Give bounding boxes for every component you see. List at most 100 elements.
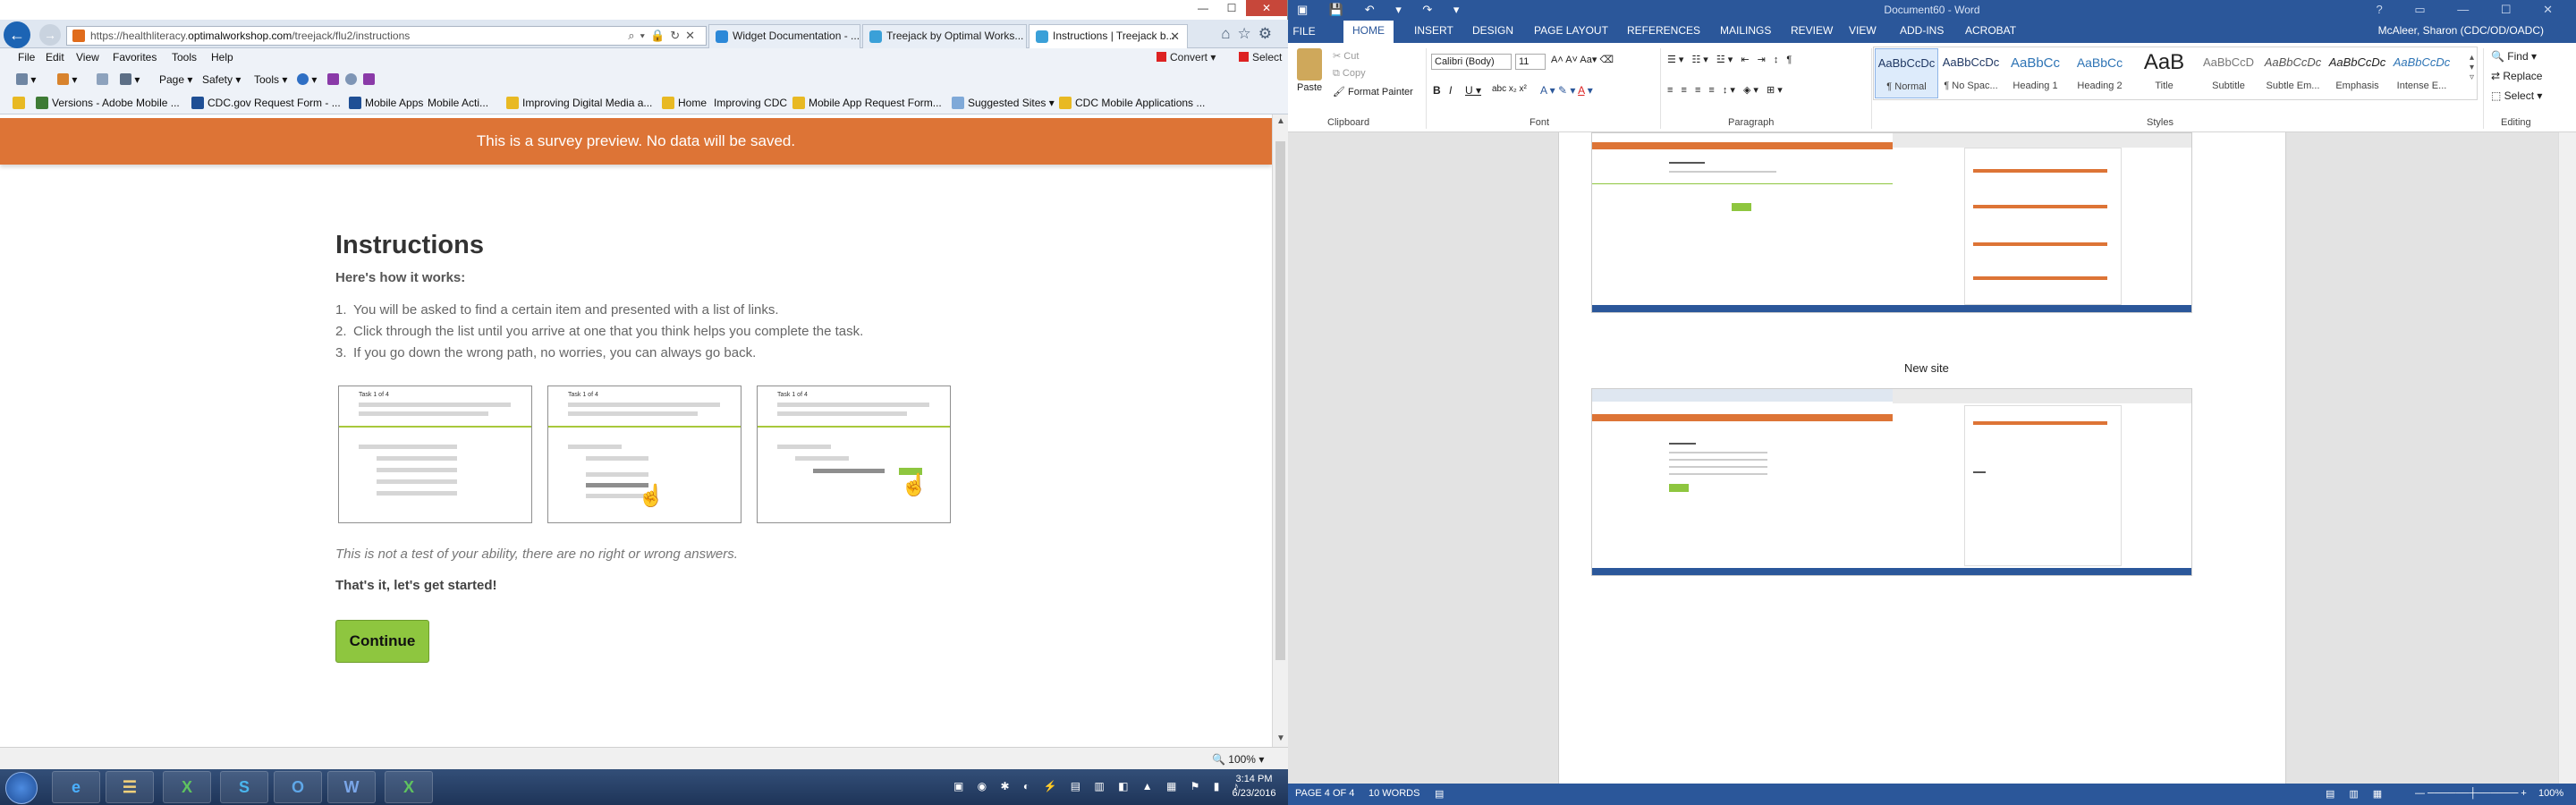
help-icon[interactable]: ▾ xyxy=(297,73,317,86)
page-count[interactable]: PAGE 4 OF 4 xyxy=(1295,788,1354,799)
fav-item[interactable]: CDC Mobile Applications ... xyxy=(1059,97,1205,109)
convert-button[interactable]: Convert ▾ xyxy=(1157,51,1216,64)
style-intense-emphasis[interactable]: AaBbCcDc Intense E... xyxy=(2390,48,2453,98)
tab-widget-documentation[interactable]: Widget Documentation - ... xyxy=(708,24,860,48)
style-normal[interactable]: AaBbCcDc ¶ Normal xyxy=(1875,48,1938,98)
safety-menu[interactable]: Safety ▾ xyxy=(202,73,241,86)
addon-icon-2[interactable] xyxy=(345,73,357,86)
menu-edit[interactable]: Edit xyxy=(46,51,64,64)
taskbar-excel2-icon[interactable]: X xyxy=(385,771,433,803)
fav-item[interactable]: Versions - Adobe Mobile ... xyxy=(36,97,180,109)
minimize-button[interactable]: — xyxy=(1189,0,1217,16)
taskbar-ie-icon[interactable]: e xyxy=(52,771,100,803)
view-mode-icons[interactable]: ▤▥▦ xyxy=(2326,788,2396,800)
tab-review[interactable]: REVIEW xyxy=(1791,24,1833,37)
list-buttons[interactable]: ☰▾ ☷▾ ☳▾ ⇤ ⇥ ↕ ¶ xyxy=(1667,54,1794,65)
word-count[interactable]: 10 WORDS xyxy=(1368,788,1419,799)
text-effects-button[interactable]: A ▾ ✎ ▾ A ▾ xyxy=(1540,84,1593,97)
font-name-select[interactable]: Calibri (Body) xyxy=(1431,54,1512,70)
taskbar-word-icon[interactable]: W xyxy=(327,771,376,803)
style-heading-2[interactable]: AaBbCc Heading 2 xyxy=(2068,48,2131,98)
zoom-level[interactable]: 🔍 100% ▾ xyxy=(1212,753,1264,766)
proofing-icon[interactable]: ▤ xyxy=(1435,788,1444,800)
strikethrough-button[interactable]: abc x₂ x² xyxy=(1492,84,1527,94)
find-button[interactable]: 🔍 Find ▾ xyxy=(2491,50,2537,63)
menu-file[interactable]: File xyxy=(18,51,35,64)
styles-more-icon[interactable]: ▴ ▾ ▿ xyxy=(2470,53,2474,82)
print-icon[interactable]: ▾ xyxy=(120,73,140,86)
close-tab-icon[interactable]: ✕ xyxy=(1170,25,1180,47)
menu-tools[interactable]: Tools xyxy=(172,51,197,64)
style-title[interactable]: AaB Title xyxy=(2132,48,2196,98)
tray-icons[interactable]: ▣ ◉ ✱ ◐ ⚡ ▤ ▥ ◧ ▲ ▦ ⚑ ▮ ♪ xyxy=(953,780,1244,792)
back-button[interactable]: ← xyxy=(4,21,30,48)
document-page[interactable]: New site xyxy=(1558,132,2286,784)
fav-item[interactable]: Suggested Sites ▾ xyxy=(952,97,1055,109)
font-size-select[interactable]: 11 xyxy=(1515,54,1546,70)
font-grow-shrink-icons[interactable]: A˄ A˅ Aa▾ ⌫ xyxy=(1551,54,1614,65)
fav-item[interactable]: Mobile App Request Form... xyxy=(792,97,942,109)
start-button[interactable] xyxy=(5,772,38,804)
alignment-buttons[interactable]: ≡ ≡ ≡ ≡ ↕▾ ◈▾ ⊞▾ xyxy=(1667,84,1785,96)
address-bar[interactable]: https://healthliteracy.optimalworkshop.c… xyxy=(66,26,707,46)
scroll-down-icon[interactable]: ▼ xyxy=(1276,733,1285,743)
tab-mailings[interactable]: MAILINGS xyxy=(1720,24,1771,37)
fav-item[interactable]: Improving Digital Media a... xyxy=(506,97,652,109)
ie-vertical-scrollbar[interactable]: ▲ ▼ xyxy=(1272,114,1288,747)
forward-button[interactable]: → xyxy=(39,24,61,46)
maximize-button[interactable]: ☐ xyxy=(1217,0,1246,16)
fav-item[interactable]: CDC.gov Request Form - ... xyxy=(191,97,341,109)
tab-view[interactable]: VIEW xyxy=(1849,24,1877,37)
tab-treejack[interactable]: Treejack by Optimal Works... xyxy=(862,24,1027,48)
style-emphasis[interactable]: AaBbCcDc Emphasis xyxy=(2326,48,2389,98)
fav-item[interactable]: Mobile Acti... xyxy=(428,97,488,109)
continue-button[interactable]: Continue xyxy=(335,620,429,663)
taskbar-skype-icon[interactable]: S xyxy=(220,771,268,803)
tab-acrobat[interactable]: ACROBAT xyxy=(1965,24,2016,37)
tab-page-layout[interactable]: PAGE LAYOUT xyxy=(1534,24,1608,37)
style-subtle-emphasis[interactable]: AaBbCcDc Subtle Em... xyxy=(2261,48,2325,98)
copy-button[interactable]: ⧉ Copy xyxy=(1333,68,1366,80)
addon-icon-3[interactable] xyxy=(363,73,375,86)
select-dropdown[interactable]: ⬚ Select ▾ xyxy=(2491,89,2542,102)
feeds-icon[interactable]: ▾ xyxy=(57,73,77,86)
tab-file[interactable]: FILE xyxy=(1288,20,1320,43)
style-no-spacing[interactable]: AaBbCcDc ¶ No Spac... xyxy=(1939,48,2003,98)
tab-add-ins[interactable]: ADD-INS xyxy=(1900,24,1944,37)
favorites-star-icon[interactable] xyxy=(13,97,29,109)
taskbar-excel-icon[interactable]: X xyxy=(163,771,211,803)
clock-date[interactable]: 6/23/2016 xyxy=(1227,788,1281,799)
signed-in-user[interactable]: McAleer, Sharon (CDC/OD/OADC) xyxy=(2378,24,2544,37)
tab-insert[interactable]: INSERT xyxy=(1414,24,1453,37)
paste-icon[interactable] xyxy=(1297,48,1322,80)
embedded-screenshot-2[interactable] xyxy=(1591,388,2192,576)
tab-instructions[interactable]: Instructions | Treejack b... ✕ xyxy=(1029,24,1188,48)
close-button[interactable]: ✕ xyxy=(1246,0,1287,16)
replace-button[interactable]: ⇄ Replace xyxy=(2491,70,2542,82)
addon-icon-1[interactable] xyxy=(327,73,339,86)
taskbar-outlook-icon[interactable]: O xyxy=(274,771,322,803)
embedded-screenshot-1[interactable] xyxy=(1591,132,2192,313)
zoom-slider[interactable]: — ──────┼────── + xyxy=(2415,788,2527,799)
style-subtitle[interactable]: AaBbCcD Subtitle xyxy=(2197,48,2260,98)
tools-menu[interactable]: Tools ▾ xyxy=(254,73,287,86)
tab-design[interactable]: DESIGN xyxy=(1472,24,1513,37)
home-cmd-icon[interactable]: ▾ xyxy=(16,73,36,86)
word-zoom-level[interactable]: 100% xyxy=(2538,788,2563,799)
style-heading-1[interactable]: AaBbCc Heading 1 xyxy=(2004,48,2067,98)
menu-view[interactable]: View xyxy=(76,51,99,64)
ie-toolbar-icons[interactable]: ⌂☆⚙ xyxy=(1221,25,1279,43)
cut-button[interactable]: ✂ Cut xyxy=(1333,50,1359,62)
address-bar-icons[interactable]: ⌕▾🔒↻✕ xyxy=(628,27,700,45)
mail-icon[interactable] xyxy=(97,73,108,86)
scroll-thumb[interactable] xyxy=(1275,141,1285,660)
menu-favorites[interactable]: Favorites xyxy=(113,51,157,64)
fav-item[interactable]: Mobile Apps xyxy=(349,97,423,109)
clock-time[interactable]: 3:14 PM xyxy=(1227,774,1281,784)
select-button[interactable]: Select xyxy=(1239,51,1282,64)
word-vertical-scrollbar[interactable] xyxy=(2558,132,2576,784)
fav-item[interactable]: Improving CDC xyxy=(714,97,787,109)
menu-help[interactable]: Help xyxy=(211,51,233,64)
scroll-up-icon[interactable]: ▲ xyxy=(1276,116,1285,126)
taskbar-explorer-icon[interactable]: ☰ xyxy=(106,771,154,803)
